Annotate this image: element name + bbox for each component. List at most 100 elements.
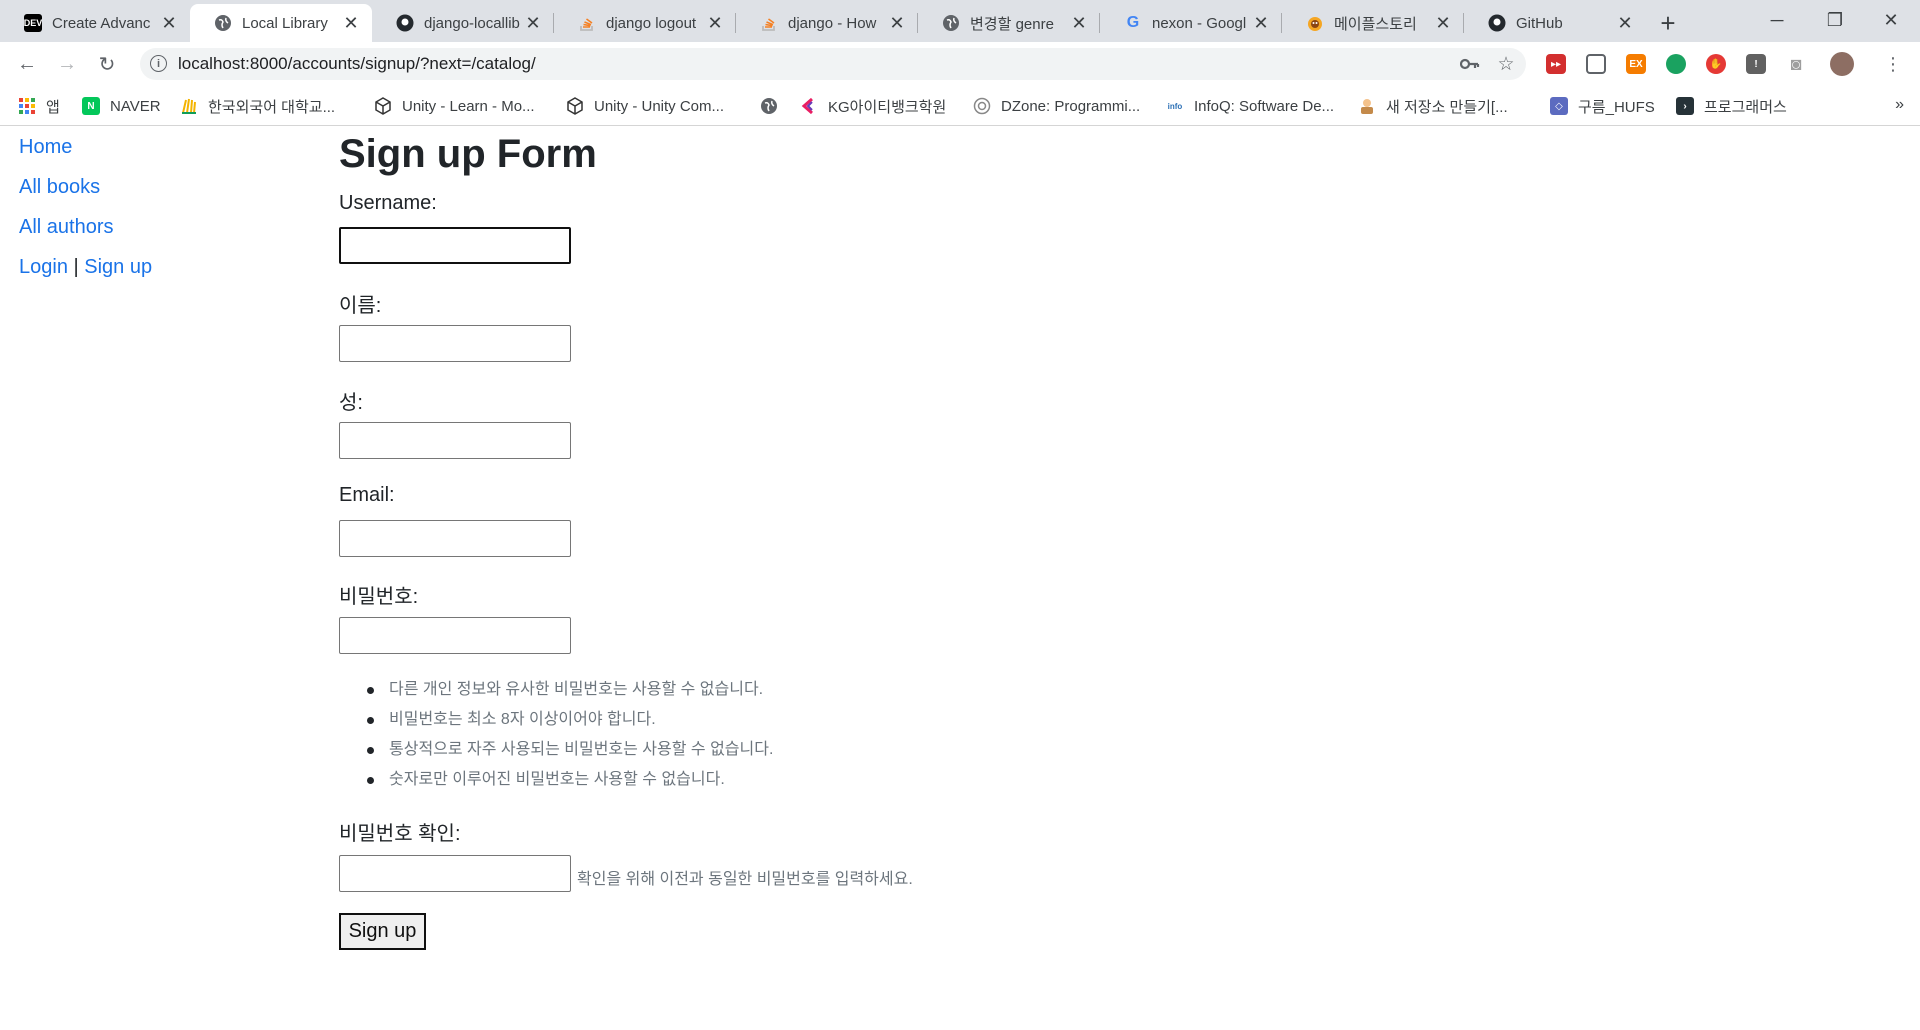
restore-button[interactable]: ❐ xyxy=(1806,0,1864,40)
extension-window-icon[interactable] xyxy=(1586,54,1606,74)
close-icon[interactable]: ✕ xyxy=(886,12,908,34)
username-label: Username: xyxy=(339,192,437,214)
tab-nexon-google[interactable]: G nexon - Googl ✕ xyxy=(1100,4,1282,42)
tab-title: Create Advanc xyxy=(52,14,151,32)
chevron-more-icon[interactable]: » xyxy=(1895,96,1904,114)
tab-title: GitHub xyxy=(1516,14,1563,32)
bookmark-naver[interactable]: N NAVER xyxy=(82,94,161,118)
bookmark-infoq[interactable]: info InfoQ: Software De... xyxy=(1166,94,1334,118)
tab-title: 메이플스토리 xyxy=(1334,15,1417,33)
bookmark-globe[interactable] xyxy=(760,94,788,118)
site-info-icon[interactable]: i xyxy=(150,55,167,72)
close-icon[interactable]: ✕ xyxy=(1432,12,1454,34)
extension-ex-icon[interactable]: EX xyxy=(1626,54,1646,74)
close-icon[interactable]: ✕ xyxy=(704,12,726,34)
email-label: Email: xyxy=(339,484,395,506)
email-field[interactable] xyxy=(339,520,571,557)
bookmark-label: 앱 xyxy=(46,98,60,116)
signup-submit-button[interactable]: Sign up xyxy=(339,913,426,950)
github-icon xyxy=(1488,14,1506,32)
bookmark-hufs[interactable]: 한국외국어 대학교... xyxy=(180,94,335,118)
sidebar-nav: Home All books All authors Login | Sign … xyxy=(19,134,152,280)
programmers-icon: › xyxy=(1676,97,1694,115)
reload-button[interactable]: ↻ xyxy=(92,49,122,79)
stackoverflow-icon xyxy=(578,14,596,32)
dzone-icon xyxy=(973,97,991,115)
forward-button[interactable]: → xyxy=(52,49,82,79)
kg-icon xyxy=(800,97,818,115)
bookmarks-bar: 앱 N NAVER 한국외국어 대학교... Unity - Learn - M… xyxy=(0,86,1920,126)
bookmark-apps[interactable]: 앱 xyxy=(18,94,60,118)
extension-fastforward-icon[interactable]: ▸▸ xyxy=(1546,54,1566,74)
extension-chat-icon[interactable] xyxy=(1666,54,1686,74)
close-icon[interactable]: ✕ xyxy=(340,12,362,34)
first-name-label: 이름: xyxy=(339,295,382,317)
menu-icon[interactable]: ⋮ xyxy=(1878,49,1908,79)
new-tab-button[interactable]: + xyxy=(1652,7,1684,39)
tab-github[interactable]: GitHub ✕ xyxy=(1464,4,1646,42)
back-button[interactable]: ← xyxy=(12,49,42,79)
tab-genre-change[interactable]: 변경할 genre ✕ xyxy=(918,4,1100,42)
signup-link[interactable]: Sign up xyxy=(84,256,152,278)
password-confirm-label: 비밀번호 확인: xyxy=(339,823,461,845)
goorm-icon: ◇ xyxy=(1550,97,1568,115)
tab-title: Local Library xyxy=(242,14,328,32)
bookmark-goorm[interactable]: ◇ 구름_HUFS xyxy=(1550,94,1655,118)
bookmark-kg[interactable]: KG아이티뱅크학원 xyxy=(800,94,946,118)
sidebar-item-all-books[interactable]: All books xyxy=(19,174,152,214)
globe-icon xyxy=(760,97,778,115)
tab-django-locallibrary[interactable]: django-locallib ✕ xyxy=(372,4,554,42)
key-icon[interactable] xyxy=(1458,52,1482,76)
camera-icon[interactable]: ◙ xyxy=(1786,54,1806,74)
tab-django-how[interactable]: django - How ✕ xyxy=(736,4,918,42)
first-name-field[interactable] xyxy=(339,325,571,362)
last-name-field[interactable] xyxy=(339,422,571,459)
password-confirm-field[interactable] xyxy=(339,855,571,892)
browser-toolbar: ← → ↻ i localhost:8000/accounts/signup/?… xyxy=(0,42,1920,86)
login-link[interactable]: Login xyxy=(19,256,68,278)
bookmark-label: 새 저장소 만들기[... xyxy=(1386,98,1508,116)
bookmark-new-repo[interactable]: 새 저장소 만들기[... xyxy=(1358,94,1508,118)
globe-icon xyxy=(214,14,232,32)
page-title: Sign up Form xyxy=(339,132,597,176)
bookmark-unity-learn[interactable]: Unity - Learn - Mo... xyxy=(374,94,535,118)
star-icon[interactable]: ☆ xyxy=(1494,52,1518,76)
bookmark-programmers[interactable]: › 프로그래머스 xyxy=(1676,94,1787,118)
window-close-button[interactable]: ✕ xyxy=(1862,0,1920,40)
avatar[interactable] xyxy=(1830,52,1854,76)
repo-icon xyxy=(1358,97,1376,115)
bookmark-label: InfoQ: Software De... xyxy=(1194,97,1335,115)
address-bar[interactable]: i localhost:8000/accounts/signup/?next=/… xyxy=(140,48,1526,80)
close-icon[interactable]: ✕ xyxy=(1614,12,1636,34)
tab-maplestory[interactable]: 메이플스토리 ✕ xyxy=(1282,4,1464,42)
bookmark-label: NAVER xyxy=(110,97,161,115)
sidebar-item-all-authors[interactable]: All authors xyxy=(19,214,152,254)
list-item: 숫자로만 이루어진 비밀번호는 사용할 수 없습니다. xyxy=(367,769,773,799)
bookmark-unity-community[interactable]: Unity - Unity Com... xyxy=(566,94,724,118)
bookmark-dzone[interactable]: DZone: Programmi... xyxy=(973,94,1140,118)
infoq-icon: info xyxy=(1167,101,1183,111)
username-field[interactable] xyxy=(339,227,571,264)
globe-icon xyxy=(942,14,960,32)
tab-django-logout[interactable]: django logout ✕ xyxy=(554,4,736,42)
tab-create-advanced[interactable]: DEV Create Advanc ✕ xyxy=(0,4,190,42)
tab-title: django logout xyxy=(606,14,697,32)
password-field[interactable] xyxy=(339,617,571,654)
bookmark-label: DZone: Programmi... xyxy=(1001,97,1141,115)
close-icon[interactable]: ✕ xyxy=(158,12,180,34)
auth-separator: | xyxy=(73,256,79,278)
extension-info-icon[interactable]: ! xyxy=(1746,54,1766,74)
tab-title: nexon - Googl xyxy=(1152,14,1247,32)
tab-local-library[interactable]: Local Library ✕ xyxy=(190,4,372,42)
naver-icon: N xyxy=(82,97,100,115)
close-icon[interactable]: ✕ xyxy=(1250,12,1272,34)
sidebar-item-home[interactable]: Home xyxy=(19,134,152,174)
close-icon[interactable]: ✕ xyxy=(522,12,544,34)
tab-title: django - How xyxy=(788,14,877,32)
extension-adblock-icon[interactable]: ✋ xyxy=(1706,54,1726,74)
unity-icon xyxy=(566,97,584,115)
close-icon[interactable]: ✕ xyxy=(1068,12,1090,34)
url-text[interactable]: localhost:8000/accounts/signup/?next=/ca… xyxy=(178,54,536,74)
unity-icon xyxy=(374,97,392,115)
minimize-button[interactable]: ─ xyxy=(1748,0,1806,40)
